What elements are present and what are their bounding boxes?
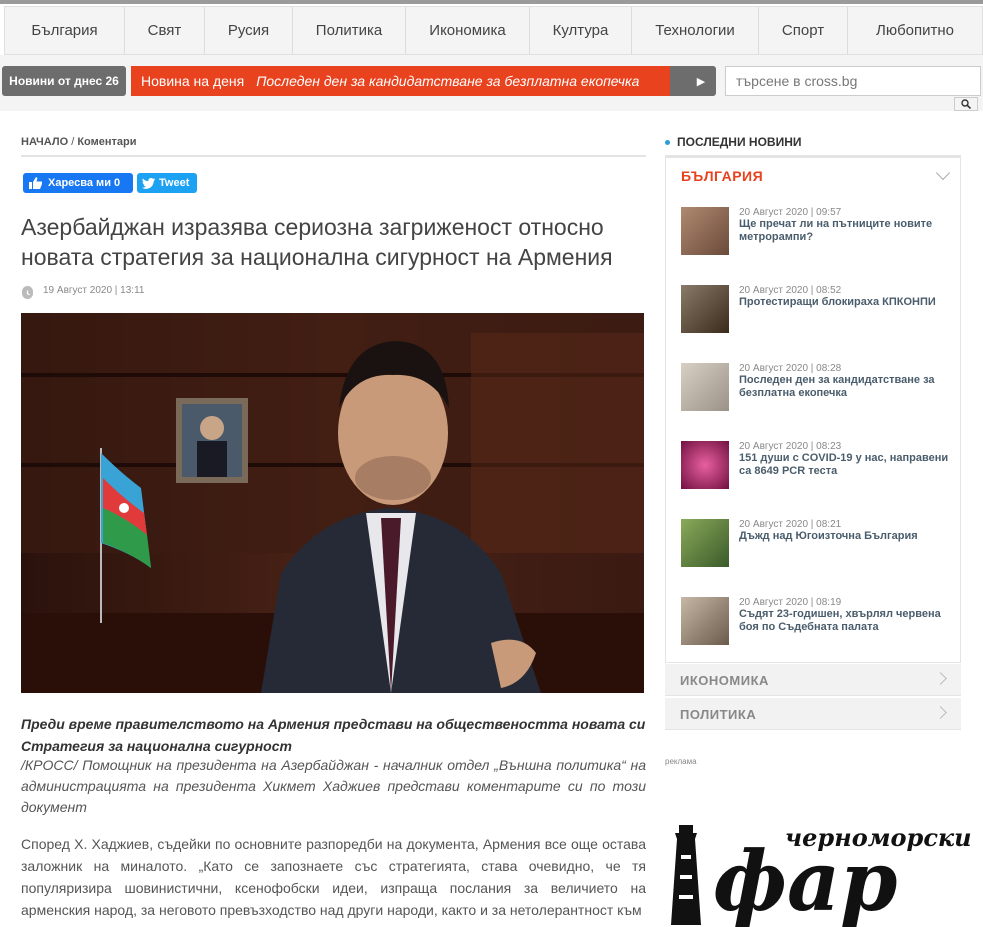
news-thumbnail[interactable] (681, 363, 729, 411)
ticker-row: Новини от днес 26 Новина на деня Последе… (0, 55, 983, 111)
article-body: Според Х. Хаджиев, съдейки по основните … (21, 836, 646, 918)
ad-text-main: фар (713, 834, 898, 927)
bulgaria-news-panel: БЪЛГАРИЯ 20 Август 2020 | 09:57 Ще преча… (665, 157, 961, 663)
chevron-right-icon (934, 672, 947, 685)
news-title[interactable]: Последен ден за кандидатстване за безпла… (739, 374, 949, 400)
section-title-bulgaria[interactable]: БЪЛГАРИЯ (681, 168, 763, 184)
facebook-like-label: Харесва ми 0 (48, 177, 121, 189)
nav-item-bulgaria[interactable]: България (5, 7, 125, 54)
news-thumbnail[interactable] (681, 207, 729, 255)
breadcrumb-divider (21, 155, 646, 157)
latest-news-title: ПОСЛЕДНИ НОВИНИ (677, 135, 802, 149)
news-item[interactable]: 20 Август 2020 | 08:52 Протестиращи блок… (681, 285, 951, 345)
news-of-the-day[interactable]: Новина на деня Последен ден за кандидатс… (131, 66, 684, 96)
breadcrumb-home[interactable]: НАЧАЛО (21, 136, 68, 148)
nav-item-russia[interactable]: Русия (205, 7, 293, 54)
ticker-next-button[interactable]: ▶ (670, 66, 716, 96)
article-date: 19 Август 2020 | 13:11 (43, 285, 145, 296)
top-accent-bar (0, 0, 983, 4)
today-news-button[interactable]: Новини от днес 26 (2, 66, 126, 96)
news-thumbnail[interactable] (681, 519, 729, 567)
article-title: Азербайджан изразява сериозна загриженос… (21, 214, 613, 270)
news-date: 20 Август 2020 | 08:52 (739, 285, 842, 296)
ticker-label: Новина на деня (141, 73, 245, 89)
source-tag: /КРОСС/ (21, 757, 78, 773)
article-subtext: /КРОСС/ Помощник на президента на Азерба… (21, 755, 646, 818)
thumbs-up-icon (29, 177, 42, 189)
bullet-dot-icon (665, 139, 670, 145)
category-economy[interactable]: ИКОНОМИКА (665, 664, 961, 696)
ticker-headline[interactable]: Последен ден за кандидатстване за безпла… (256, 73, 639, 89)
breadcrumb-section[interactable]: Коментари (77, 136, 136, 148)
news-title[interactable]: Протестиращи блокираха КПКОНПИ (739, 296, 949, 309)
main-navigation: България Свят Русия Политика Икономика К… (4, 6, 983, 55)
nav-item-world[interactable]: Свят (125, 7, 205, 54)
news-item[interactable]: 20 Август 2020 | 08:21 Дъжд над Югоизточ… (681, 519, 951, 579)
nav-item-culture[interactable]: Култура (530, 7, 632, 54)
tweet-label: Tweet (159, 177, 190, 189)
latest-news-heading: ПОСЛЕДНИ НОВИНИ (665, 135, 802, 149)
search-input[interactable]: търсене в cross.bg (725, 66, 981, 96)
news-thumbnail[interactable] (681, 285, 729, 333)
nav-item-politics[interactable]: Политика (293, 7, 406, 54)
news-thumbnail[interactable] (681, 441, 729, 489)
news-title[interactable]: 151 души с COVID-19 у нас, направени са … (739, 452, 949, 478)
subtext-body: Помощник на президента на Азербайджан - … (21, 757, 646, 815)
news-date: 20 Август 2020 | 09:57 (739, 207, 842, 218)
nav-item-sport[interactable]: Спорт (759, 7, 848, 54)
article-photo (21, 313, 644, 693)
news-item[interactable]: 20 Август 2020 | 08:19 Съдят 23-годишен,… (681, 597, 951, 657)
nav-item-technology[interactable]: Технологии (632, 7, 759, 54)
news-item[interactable]: 20 Август 2020 | 08:23 151 души с COVID-… (681, 441, 951, 501)
twitter-bird-icon (142, 177, 155, 189)
article-lead: Преди време правителството на Армения пр… (21, 716, 646, 754)
category-label: ПОЛИТИКА (680, 707, 757, 722)
breadcrumb: НАЧАЛО / Коментари (21, 136, 137, 148)
news-title[interactable]: Ще пречат ли на пътниците новите метрора… (739, 218, 949, 244)
advertisement-banner[interactable]: черноморски фар (665, 815, 972, 927)
category-politics[interactable]: ПОЛИТИКА (665, 698, 961, 730)
news-date: 20 Август 2020 | 08:19 (739, 597, 842, 608)
news-date: 20 Август 2020 | 08:28 (739, 363, 842, 374)
ad-label: реклама (665, 757, 697, 766)
news-thumbnail[interactable] (681, 597, 729, 645)
nav-item-curious[interactable]: Любопитно (848, 7, 982, 54)
breadcrumb-separator: / (71, 136, 75, 148)
facebook-like-button[interactable]: Харесва ми 0 (23, 173, 133, 193)
news-item[interactable]: 20 Август 2020 | 09:57 Ще пречат ли на п… (681, 207, 951, 267)
tweet-button[interactable]: Tweet (137, 173, 197, 193)
chevron-right-icon (934, 706, 947, 719)
news-item[interactable]: 20 Август 2020 | 08:28 Последен ден за к… (681, 363, 951, 423)
clock-icon (22, 286, 33, 299)
nav-item-economy[interactable]: Икономика (406, 7, 530, 54)
news-title[interactable]: Дъжд над Югоизточна България (739, 530, 949, 543)
search-button[interactable] (954, 97, 978, 111)
search-icon (961, 99, 971, 109)
category-label: ИКОНОМИКА (680, 673, 769, 688)
news-date: 20 Август 2020 | 08:21 (739, 519, 842, 530)
search-placeholder: търсене в cross.bg (736, 73, 858, 89)
news-title[interactable]: Съдят 23-годишен, хвърлял червена боя по… (739, 608, 949, 634)
play-icon: ▶ (696, 75, 706, 88)
chevron-down-icon[interactable] (935, 165, 951, 181)
news-date: 20 Август 2020 | 08:23 (739, 441, 842, 452)
